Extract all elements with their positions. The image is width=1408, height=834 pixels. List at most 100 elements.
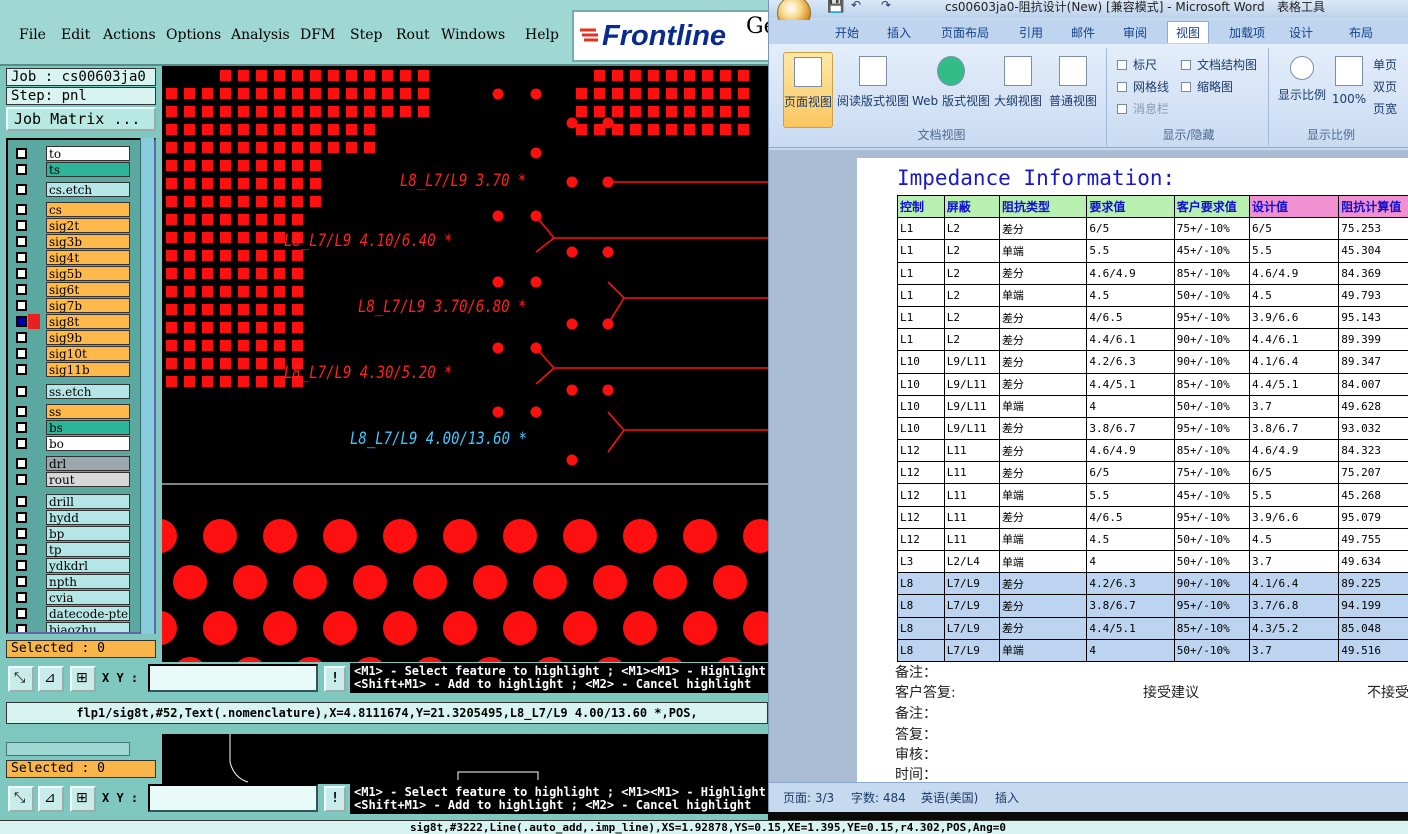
- layer-checkbox[interactable]: [16, 496, 27, 507]
- table-cell[interactable]: 4.2/6.3: [1086, 572, 1175, 596]
- table-cell[interactable]: L11: [943, 439, 1000, 463]
- table-header-cell[interactable]: 阻抗类型: [998, 194, 1088, 219]
- layer-row-tp[interactable]: tp: [12, 542, 138, 557]
- table-cell[interactable]: 3.9/6.6: [1249, 505, 1340, 529]
- layer-name[interactable]: biaozhu: [46, 622, 130, 632]
- grid-button[interactable]: ⊞: [70, 666, 96, 692]
- table-cell[interactable]: 84.007: [1338, 372, 1408, 396]
- table-cell[interactable]: 84.323: [1338, 439, 1408, 463]
- menu-windows[interactable]: Windows: [441, 27, 505, 43]
- table-cell[interactable]: L2: [943, 217, 1000, 241]
- layer-row-bs[interactable]: bs: [12, 420, 138, 435]
- layer-row-sig10t[interactable]: sig10t: [12, 346, 138, 361]
- table-cell[interactable]: 45.304: [1338, 239, 1408, 263]
- table-row[interactable]: L12 L11 差分 6/5 75+/-10% 6/5 75.207: [897, 461, 1408, 485]
- table-row[interactable]: L1 L2 差分 6/5 75+/-10% 6/5 75.253: [897, 217, 1408, 241]
- table-cell[interactable]: L9/L11: [943, 394, 1000, 418]
- table-cell[interactable]: 4.6/4.9: [1086, 261, 1175, 285]
- layer-row-sig8t[interactable]: sig8t: [12, 314, 138, 329]
- table-cell[interactable]: 4/6.5: [1086, 305, 1175, 330]
- language[interactable]: 英语(美国): [921, 789, 978, 806]
- table-cell[interactable]: 5.5: [1086, 239, 1175, 263]
- table-header-cell[interactable]: 要求值: [1086, 194, 1175, 219]
- table-header-cell[interactable]: 设计值: [1249, 194, 1340, 219]
- table-cell[interactable]: 85+/-10%: [1173, 261, 1251, 285]
- ribbon-tab-4[interactable]: 邮件: [1071, 24, 1095, 41]
- ribbon-tab-7[interactable]: 加载项: [1229, 24, 1265, 41]
- ribbon-tab-8[interactable]: 设计: [1289, 24, 1313, 41]
- table-cell[interactable]: L11: [943, 527, 1000, 552]
- table-cell[interactable]: 75.207: [1338, 461, 1408, 485]
- layer-name[interactable]: sig9b: [46, 330, 130, 345]
- layer-name[interactable]: cs.etch: [46, 182, 130, 197]
- table-row[interactable]: L8 L7/L9 差分 4.4/5.1 85+/-10% 4.3/5.2 85.048: [897, 616, 1408, 640]
- table-cell[interactable]: 49.628: [1338, 394, 1408, 418]
- xy-input-2[interactable]: [148, 784, 318, 812]
- table-row[interactable]: L1 L2 差分 4/6.5 95+/-10% 3.9/6.6 95.143: [897, 305, 1408, 330]
- table-cell[interactable]: L8: [897, 572, 945, 596]
- measure-button[interactable]: ⊿: [38, 666, 64, 692]
- layer-checkbox[interactable]: [16, 528, 27, 539]
- table-cell[interactable]: L8: [897, 638, 945, 662]
- table-cell[interactable]: 95.143: [1338, 305, 1408, 330]
- table-cell[interactable]: 4.4/5.1: [1249, 372, 1340, 396]
- table-cell[interactable]: 85+/-10%: [1173, 439, 1251, 463]
- layer-checkbox[interactable]: [16, 592, 27, 603]
- table-cell[interactable]: 单端: [998, 549, 1088, 574]
- impedance-table[interactable]: 控制 屏蔽 阻抗类型 要求值 客户要求值 设计值 阻抗计算值 L1 L2 差分 6/5 75+/-10…: [897, 194, 1408, 662]
- print-layout-button[interactable]: 页面视图: [783, 52, 833, 128]
- table-cell[interactable]: 49.755: [1338, 527, 1408, 552]
- menu-file[interactable]: File: [19, 27, 46, 43]
- table-cell[interactable]: 6/5: [1086, 217, 1175, 241]
- table-cell[interactable]: L12: [897, 461, 945, 485]
- table-cell[interactable]: L2: [943, 261, 1000, 285]
- reading-view-button[interactable]: 阅读版式视图: [837, 52, 909, 109]
- layer-checkbox[interactable]: [16, 458, 27, 469]
- table-cell[interactable]: 45+/-10%: [1173, 483, 1251, 507]
- table-cell[interactable]: 3.8/6.7: [1086, 416, 1175, 441]
- layer-name[interactable]: sig8t: [46, 314, 130, 329]
- table-cell[interactable]: L7/L9: [943, 594, 1000, 618]
- table-cell[interactable]: 差分: [998, 461, 1088, 485]
- table-cell[interactable]: L1: [897, 283, 945, 307]
- table-cell[interactable]: L1: [897, 328, 945, 352]
- table-cell[interactable]: L2: [943, 283, 1000, 307]
- table-cell[interactable]: 4: [1086, 394, 1175, 418]
- layer-row-ts[interactable]: ts: [12, 162, 138, 177]
- layer-name[interactable]: drill: [46, 494, 130, 509]
- menu-edit[interactable]: Edit: [61, 27, 90, 43]
- layer-row-bo[interactable]: bo: [12, 436, 138, 451]
- table-cell[interactable]: 95+/-10%: [1173, 505, 1251, 529]
- table-cell[interactable]: 4.5: [1086, 527, 1175, 552]
- table-cell[interactable]: 50+/-10%: [1173, 638, 1251, 662]
- menu-step[interactable]: Step: [350, 27, 382, 43]
- table-cell[interactable]: L7/L9: [943, 616, 1000, 640]
- ribbon-tab-3[interactable]: 引用: [1019, 24, 1043, 41]
- table-cell[interactable]: L12: [897, 505, 945, 529]
- table-cell[interactable]: 6/5: [1249, 217, 1340, 241]
- table-header-cell[interactable]: 客户要求值: [1173, 194, 1251, 219]
- table-cell[interactable]: L11: [943, 461, 1000, 485]
- layer-name[interactable]: sig7b: [46, 298, 130, 313]
- table-cell[interactable]: L9/L11: [943, 350, 1000, 374]
- layer-checkbox[interactable]: [16, 184, 27, 195]
- layer-row-to[interactable]: to: [12, 146, 138, 161]
- table-cell[interactable]: L1: [897, 305, 945, 330]
- table-row[interactable]: L8 L7/L9 差分 4.2/6.3 90+/-10% 4.1/6.4 89.225: [897, 572, 1408, 596]
- table-cell[interactable]: 85+/-10%: [1173, 616, 1251, 640]
- graphic-canvas[interactable]: L8_L7/L9 3.70 * L8_L7/L9 4.10/6.40 * L8_L7…: [162, 66, 768, 662]
- table-cell[interactable]: 差分: [998, 439, 1088, 463]
- table-cell[interactable]: 差分: [998, 616, 1088, 640]
- table-cell[interactable]: 4: [1086, 638, 1175, 662]
- layer-checkbox[interactable]: [16, 512, 27, 523]
- table-cell[interactable]: 50+/-10%: [1173, 527, 1251, 552]
- table-cell[interactable]: L2: [943, 305, 1000, 330]
- layer-checkbox[interactable]: [16, 386, 27, 397]
- table-cell[interactable]: 4.2/6.3: [1086, 350, 1175, 374]
- table-row[interactable]: L8 L7/L9 单端 4 50+/-10% 3.7 49.516: [897, 638, 1408, 662]
- table-cell[interactable]: L10: [897, 372, 945, 396]
- table-cell[interactable]: 差分: [998, 328, 1088, 352]
- layer-checkbox[interactable]: [16, 474, 27, 485]
- zoom-button[interactable]: 显示比例: [1277, 52, 1327, 103]
- table-row[interactable]: L12 L11 单端 5.5 45+/-10% 5.5 45.268: [897, 483, 1408, 507]
